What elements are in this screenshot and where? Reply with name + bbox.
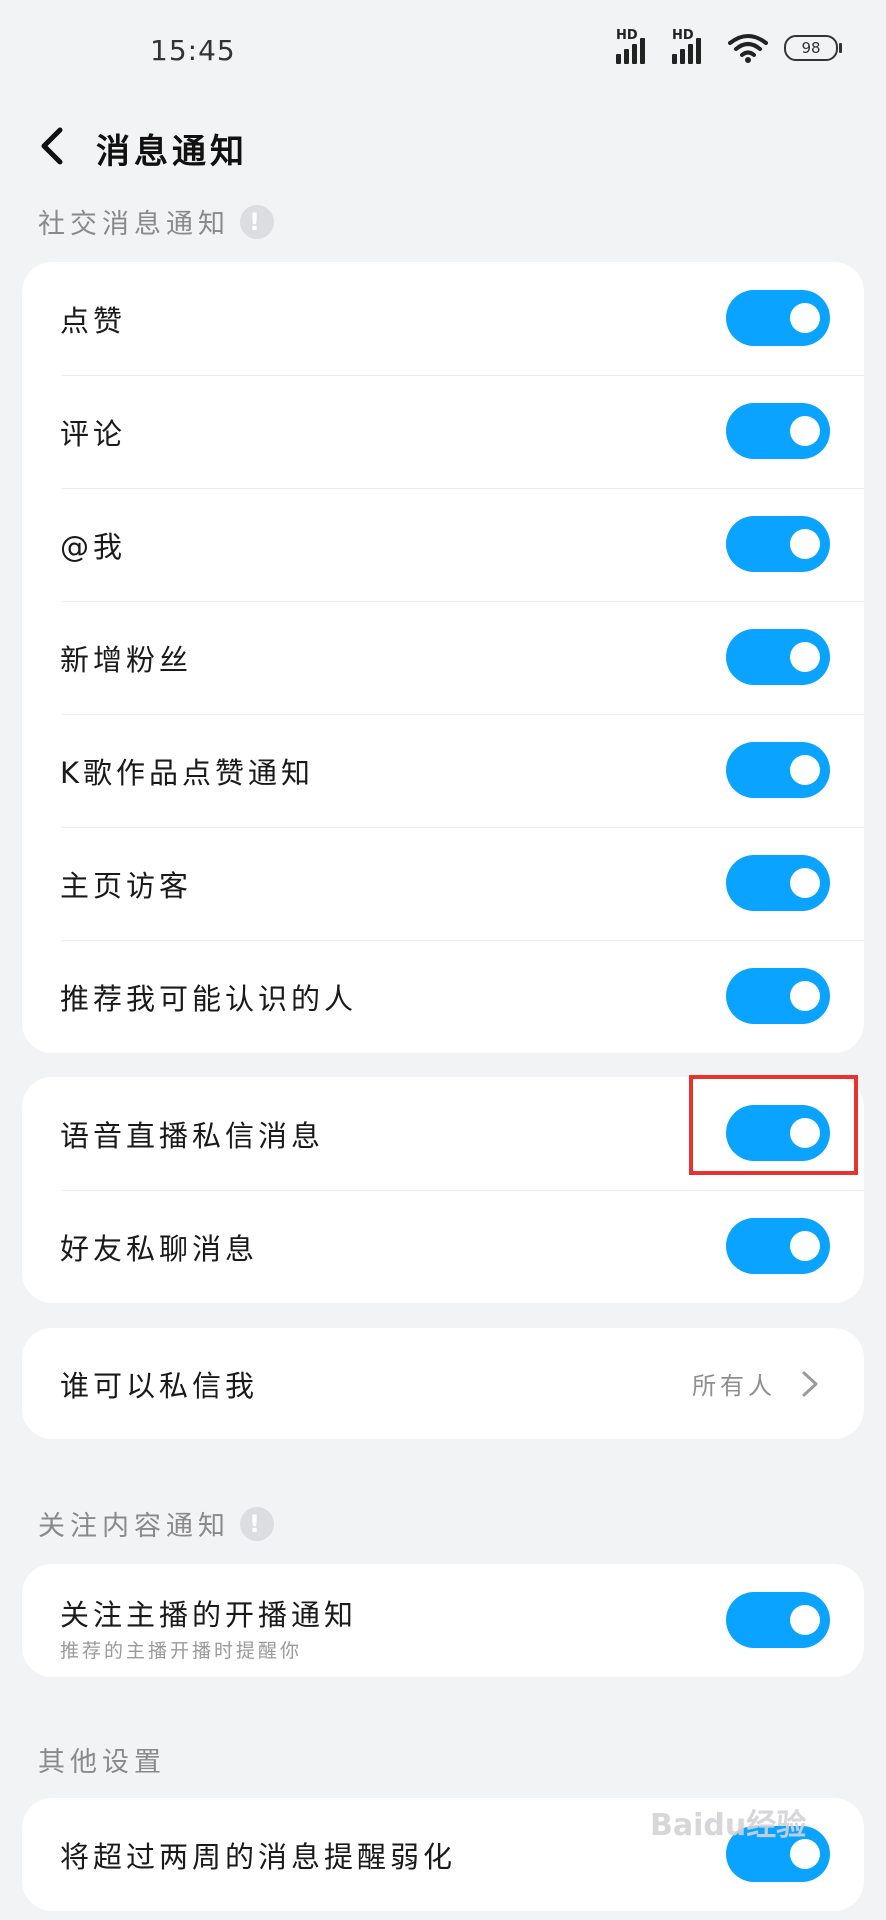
setting-label: 推荐我可能认识的人 — [60, 981, 358, 1016]
status-bar: 15:45 HD HD 98 — [0, 0, 886, 100]
chevron-right-icon — [802, 1371, 818, 1396]
watermark: Baidu经验 — [650, 1808, 807, 1843]
setting-row-visitors: 主页访客 — [22, 827, 864, 940]
privacy-card: 谁可以私信我 所有人 — [22, 1328, 864, 1439]
section-social-label: 社交消息通知 ! — [38, 202, 274, 241]
info-icon[interactable]: ! — [240, 204, 274, 239]
setting-label: 新增粉丝 — [60, 642, 193, 677]
back-arrow-icon[interactable] — [34, 126, 74, 166]
mention-toggle[interactable] — [726, 516, 830, 572]
signal-icon-2: HD — [672, 28, 712, 64]
live-start-toggle[interactable] — [726, 1592, 830, 1648]
privacy-value: 所有人 — [692, 1372, 776, 1400]
setting-row-friend-chat: 好友私聊消息 — [22, 1190, 864, 1303]
privacy-label: 谁可以私信我 — [60, 1368, 259, 1403]
karaoke-like-toggle[interactable] — [726, 742, 830, 798]
setting-label: 点赞 — [60, 303, 127, 338]
status-time: 15:45 — [150, 34, 236, 67]
privacy-row[interactable]: 谁可以私信我 所有人 — [22, 1328, 864, 1439]
setting-label: 主页访客 — [60, 868, 193, 903]
signal-icon-1: HD — [616, 28, 656, 64]
info-icon[interactable]: ! — [240, 1506, 274, 1541]
wifi-icon — [728, 34, 768, 63]
setting-row-recommend: 推荐我可能认识的人 — [22, 940, 864, 1053]
comment-toggle[interactable] — [726, 403, 830, 459]
social-settings-card: 点赞 评论 @我 新增粉丝 K歌作品点赞通知 主页访客 推荐我可能认识的人 — [22, 262, 864, 1053]
section-other-label: 其他设置 — [38, 1747, 166, 1778]
new-fans-toggle[interactable] — [726, 629, 830, 685]
setting-row-comment: 评论 — [22, 375, 864, 488]
recommend-toggle[interactable] — [726, 968, 830, 1024]
header: 消息通知 — [0, 96, 886, 196]
setting-label: 好友私聊消息 — [60, 1231, 259, 1266]
setting-row-karaoke-like: K歌作品点赞通知 — [22, 714, 864, 827]
setting-row-new-fans: 新增粉丝 — [22, 601, 864, 714]
setting-sublabel: 推荐的主播开播时提醒你 — [60, 1640, 303, 1662]
setting-row-live-start: 关注主播的开播通知 推荐的主播开播时提醒你 — [22, 1564, 864, 1677]
page-title: 消息通知 — [96, 132, 248, 172]
friend-chat-toggle[interactable] — [726, 1218, 830, 1274]
setting-label: 评论 — [60, 416, 127, 451]
setting-row-mention: @我 — [22, 488, 864, 601]
setting-row-like: 点赞 — [22, 262, 864, 375]
highlight-box — [689, 1075, 858, 1175]
setting-label: 将超过两周的消息提醒弱化 — [60, 1839, 457, 1874]
setting-label: K歌作品点赞通知 — [60, 755, 315, 790]
battery-icon: 98 — [784, 35, 842, 61]
section-follow-label: 关注内容通知 ! — [38, 1504, 274, 1543]
like-toggle[interactable] — [726, 290, 830, 346]
setting-label: 关注主播的开播通知 — [60, 1598, 358, 1632]
follow-settings-card: 关注主播的开播通知 推荐的主播开播时提醒你 — [22, 1564, 864, 1677]
visitors-toggle[interactable] — [726, 855, 830, 911]
setting-label: @我 — [60, 529, 127, 564]
status-icons: HD HD 98 — [616, 28, 842, 64]
setting-label: 语音直播私信消息 — [60, 1118, 325, 1153]
